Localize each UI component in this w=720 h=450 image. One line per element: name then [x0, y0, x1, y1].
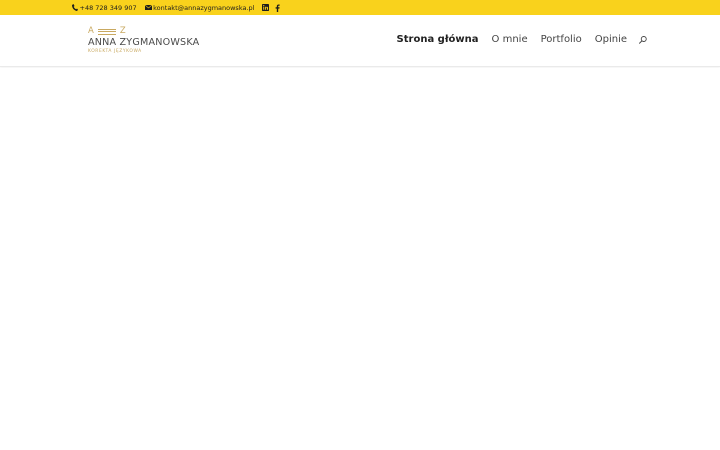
logo-monogram-right: Z: [119, 26, 126, 36]
email-contact[interactable]: kontakt@annazygmanowska.pl: [144, 3, 255, 12]
nav-item-portfolio[interactable]: Portfolio: [541, 34, 582, 45]
site-logo[interactable]: A Z ANNA ZYGMANOWSKA KOREKTA JĘZYKOWA: [88, 27, 200, 57]
facebook-icon[interactable]: [275, 3, 281, 12]
logo-bars: [97, 27, 116, 36]
phone-contact[interactable]: +48 728 349 907: [72, 4, 137, 12]
phone-icon: [72, 4, 78, 11]
nav-item-home[interactable]: Strona główna: [397, 34, 479, 45]
logo-name: ANNA ZYGMANOWSKA: [88, 37, 200, 48]
logo-monogram: A Z: [88, 27, 126, 36]
main-navigation: Strona główna O mnie Portfolio Opinie: [397, 34, 648, 45]
main-content: [0, 68, 720, 450]
nav-item-reviews[interactable]: Opinie: [595, 34, 627, 45]
email-address: kontakt@annazygmanowska.pl: [153, 3, 255, 12]
search-icon[interactable]: [638, 35, 648, 45]
envelope-icon: [144, 5, 152, 10]
linkedin-icon[interactable]: [262, 4, 270, 11]
logo-monogram-left: A: [88, 26, 94, 36]
phone-number: +48 728 349 907: [79, 3, 137, 12]
site-header: A Z ANNA ZYGMANOWSKA KOREKTA JĘZYKOWA St…: [0, 15, 720, 67]
logo-tagline: KOREKTA JĘZYKOWA: [88, 49, 142, 54]
top-bar: +48 728 349 907 kontakt@annazygmanowska.…: [0, 0, 720, 15]
nav-item-about[interactable]: O mnie: [492, 34, 528, 45]
